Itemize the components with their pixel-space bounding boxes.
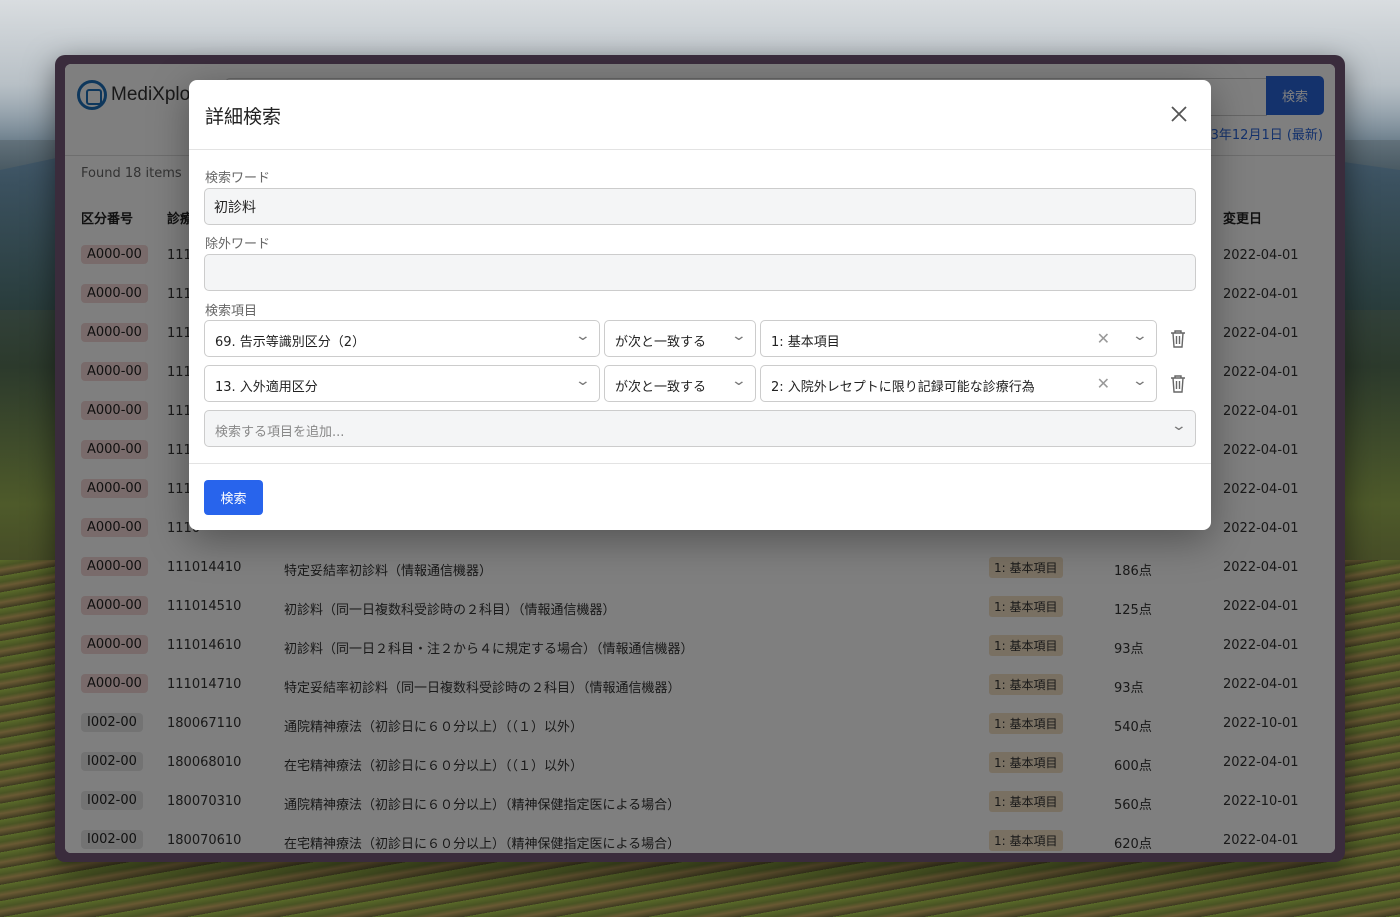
delete-condition-button[interactable] <box>1169 329 1189 349</box>
modal-header: 詳細検索 <box>189 80 1211 150</box>
search-word-input[interactable] <box>204 188 1196 225</box>
exclude-word-input[interactable] <box>204 254 1196 291</box>
chevron-down-icon: ⌄ <box>574 373 592 389</box>
condition-value-text: 1: 基本項目 <box>771 335 840 350</box>
condition-operator-select[interactable]: が次と一致する ⌄ <box>604 320 756 357</box>
close-icon <box>1171 106 1187 122</box>
condition-field-select[interactable]: 69. 告示等識別区分（2） ⌄ <box>204 320 600 357</box>
condition-field-value: 69. 告示等識別区分（2） <box>215 335 366 350</box>
trash-icon <box>1171 330 1185 348</box>
search-items-label: 検索項目 <box>205 304 258 319</box>
condition-value-select[interactable]: 2: 入院外レセプトに限り記録可能な診療行為 ✕ ⌄ <box>760 365 1157 402</box>
close-button[interactable] <box>1167 102 1191 126</box>
condition-field-select[interactable]: 13. 入外適用区分 ⌄ <box>204 365 600 402</box>
chevron-down-icon: ⌄ <box>1170 418 1188 434</box>
exclude-word-label: 除外ワード <box>205 237 271 252</box>
trash-icon <box>1171 375 1185 393</box>
advanced-search-modal: 詳細検索 検索ワード 除外ワード 検索項目 69. 告示等識別区分（2） ⌄ が… <box>189 80 1211 530</box>
chevron-down-icon: ⌄ <box>1131 328 1149 344</box>
add-search-item-placeholder: 検索する項目を追加... <box>215 425 345 440</box>
add-search-item-select[interactable]: 検索する項目を追加... ⌄ <box>204 410 1196 447</box>
condition-field-value: 13. 入外適用区分 <box>215 380 318 395</box>
chevron-down-icon: ⌄ <box>574 328 592 344</box>
condition-operator-value: が次と一致する <box>615 380 707 395</box>
clear-icon[interactable]: ✕ <box>1097 374 1110 393</box>
modal-title: 詳細検索 <box>205 106 282 128</box>
search-word-label: 検索ワード <box>205 171 271 186</box>
chevron-down-icon: ⌄ <box>1131 373 1149 389</box>
submit-search-button[interactable]: 検索 <box>204 480 263 515</box>
clear-icon[interactable]: ✕ <box>1097 329 1110 348</box>
chevron-down-icon: ⌄ <box>730 328 748 344</box>
chevron-down-icon: ⌄ <box>730 373 748 389</box>
modal-footer: 検索 <box>189 463 1211 530</box>
condition-operator-value: が次と一致する <box>615 335 707 350</box>
condition-operator-select[interactable]: が次と一致する ⌄ <box>604 365 756 402</box>
delete-condition-button[interactable] <box>1169 374 1189 394</box>
condition-value-text: 2: 入院外レセプトに限り記録可能な診療行為 <box>771 380 1035 395</box>
condition-value-select[interactable]: 1: 基本項目 ✕ ⌄ <box>760 320 1157 357</box>
